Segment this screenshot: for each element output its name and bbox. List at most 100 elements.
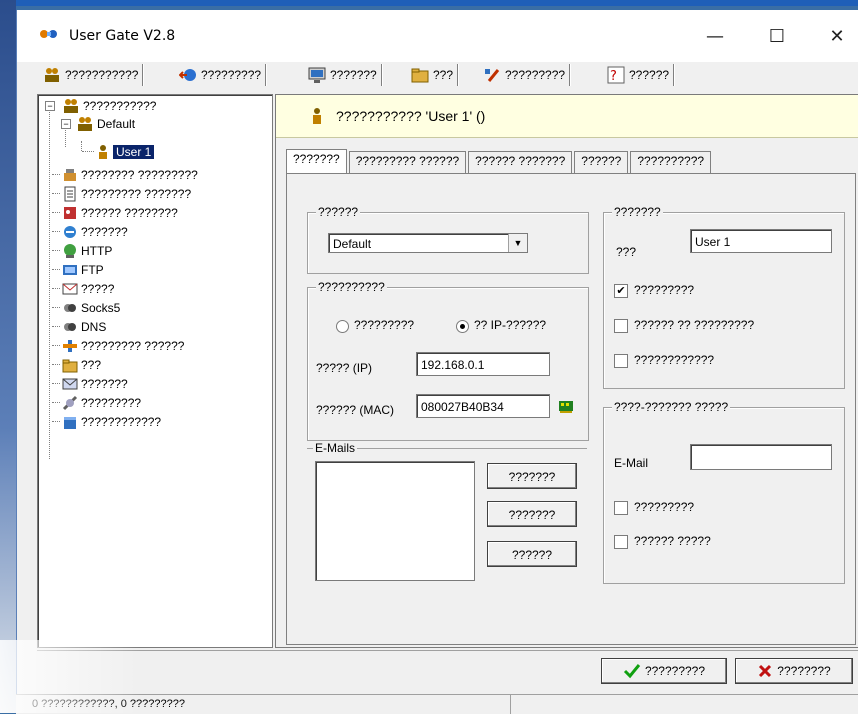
tree-item-backup[interactable]: ????????????: [52, 413, 161, 430]
route-icon: [63, 339, 77, 352]
email-input[interactable]: [690, 444, 832, 470]
checkbox-option-2[interactable]: [614, 319, 628, 333]
toolbar-monitor[interactable]: ???????: [308, 64, 382, 86]
minimize-button[interactable]: —: [693, 22, 737, 52]
toolbar-users[interactable]: ???????????: [43, 64, 144, 86]
traffic-icon: [64, 168, 76, 181]
toolbar: ??????????? ????????? ??????? ??? ??????…: [17, 62, 858, 88]
tree-item-dns-label: DNS: [81, 319, 107, 334]
checkbox-email-option-label: ?????? ?????: [634, 534, 711, 548]
checkbox-enabled[interactable]: ✔: [614, 284, 628, 298]
tree-item-2-label: ?????? ????????: [81, 205, 178, 220]
radio-by-ip[interactable]: [456, 320, 469, 333]
tree-item-1[interactable]: ????????? ???????: [52, 185, 191, 202]
tab-statistics[interactable]: ??????????: [630, 151, 712, 173]
toolbar-settings[interactable]: ?????????: [483, 64, 571, 86]
mail-icon: [62, 283, 78, 294]
tab-general[interactable]: ???????: [286, 149, 347, 174]
network-icon: [179, 69, 196, 81]
tree-item-log[interactable]: ???: [52, 356, 101, 373]
tree-item-routing[interactable]: ????????? ??????: [52, 337, 184, 354]
tree-item-ftp[interactable]: FTP: [52, 261, 104, 278]
users-icon: [45, 68, 59, 82]
tree-item-2[interactable]: ?????? ????????: [52, 204, 178, 221]
tools-icon: [485, 69, 500, 82]
tree-item-0[interactable]: ???????? ?????????: [52, 166, 198, 183]
collapse-root-icon[interactable]: −: [45, 101, 55, 111]
tree-item-antivirus-label: ?????????: [81, 395, 142, 410]
toolbar-rules[interactable]: ?????????: [179, 64, 267, 86]
users-icon: [64, 98, 78, 113]
mac-label: ?????? (MAC): [316, 403, 395, 417]
ok-button[interactable]: ?????????: [601, 658, 727, 684]
tree-item-antivirus[interactable]: ?????????: [52, 394, 141, 411]
checkbox-email-enabled[interactable]: [614, 501, 628, 515]
dns-icon: [64, 322, 76, 331]
email-label: E-Mail: [614, 456, 649, 470]
radio-by-name[interactable]: [336, 320, 349, 333]
status-divider: [510, 695, 511, 714]
tree-item-default-label: Default: [97, 116, 136, 131]
name-label: ???: [616, 245, 637, 259]
app-window: User Gate V2.8 — ☐ ✕ ??????????? ???????…: [16, 10, 858, 713]
toolbar-users-label: ???????????: [65, 68, 139, 82]
close-button[interactable]: ✕: [815, 22, 858, 52]
email-delete-button[interactable]: ??????: [487, 541, 577, 567]
help-icon: ?: [607, 66, 625, 84]
tree-item-mail[interactable]: ?????: [52, 280, 114, 297]
email-edit-button[interactable]: ???????: [487, 501, 577, 527]
tree-item-messages[interactable]: ???????: [52, 375, 128, 392]
navigation-tree[interactable]: − − ??????????? Default User 1 ???????? …: [37, 94, 273, 648]
checkbox-email-enabled-label: ?????????: [634, 500, 695, 514]
folder-icon: [62, 359, 78, 372]
tab-schedule[interactable]: ??????: [574, 151, 629, 173]
cancel-button[interactable]: ????????: [735, 658, 853, 684]
tree-line: [82, 151, 94, 152]
name-input[interactable]: User 1: [690, 229, 832, 253]
tree-item-socks5-label: Socks5: [81, 300, 121, 315]
tree-line: [49, 109, 50, 459]
emails-list[interactable]: [315, 461, 475, 581]
socks-icon: [64, 303, 76, 312]
checkbox-option-3[interactable]: [614, 354, 628, 368]
mac-input[interactable]: 080027B40B34: [416, 394, 550, 418]
tree-item-socks5[interactable]: Socks5: [52, 299, 120, 316]
radio-by-ip-label: ?? IP-??????: [474, 318, 547, 332]
tree-item-3[interactable]: ???????: [52, 223, 128, 240]
tree-item-default[interactable]: Default: [76, 115, 135, 132]
checkmark-icon: [623, 664, 641, 679]
tree-item-users[interactable]: ???????????: [62, 97, 156, 114]
title-bar[interactable]: User Gate V2.8 — ☐ ✕: [17, 10, 858, 62]
group-select[interactable]: Default ▼: [328, 233, 528, 253]
group-box-label: ??????: [316, 205, 361, 219]
emails-box: E-Mails ??????? ??????? ??????: [307, 441, 587, 581]
tree-item-http[interactable]: HTTP: [52, 242, 112, 259]
network-card-icon[interactable]: [558, 398, 574, 414]
email-notify-box: ????-??????? ????? E-Mail ????????? ????…: [603, 400, 845, 584]
chevron-down-icon[interactable]: ▼: [508, 234, 527, 252]
tree-item-user-1[interactable]: User 1: [96, 143, 155, 160]
tree-line: [81, 141, 82, 151]
tree-item-routing-label: ????????? ??????: [81, 338, 185, 353]
ok-button-label: ?????????: [644, 664, 706, 678]
collapse-default-icon[interactable]: −: [61, 119, 71, 129]
tab-access-rights[interactable]: ?????? ???????: [468, 151, 573, 173]
checkbox-option-2-label: ?????? ?? ?????????: [634, 318, 755, 332]
group-box: ?????? Default ▼: [307, 205, 589, 274]
tree-item-http-label: HTTP: [81, 243, 113, 258]
toolbar-log[interactable]: ???: [411, 64, 459, 86]
checkbox-option-3-label: ????????????: [634, 353, 715, 367]
maximize-button[interactable]: ☐: [755, 22, 799, 52]
email-add-button[interactable]: ???????: [487, 463, 577, 489]
book-icon: [64, 206, 76, 219]
tab-traffic-limits[interactable]: ????????? ??????: [348, 151, 467, 173]
checkbox-email-option[interactable]: [614, 535, 628, 549]
satellite-icon: [62, 395, 78, 410]
ftp-icon: [63, 264, 77, 275]
toolbar-help[interactable]: ? ??????: [607, 64, 675, 86]
ip-input[interactable]: 192.168.0.1: [416, 352, 550, 376]
status-bar: 0 ????????????, 0 ?????????: [16, 694, 858, 714]
profile-box: ??????? ??? User 1 ✔ ????????? ?????? ??…: [603, 205, 845, 389]
tree-item-messages-label: ???????: [81, 376, 128, 391]
tree-item-dns[interactable]: DNS: [52, 318, 106, 335]
